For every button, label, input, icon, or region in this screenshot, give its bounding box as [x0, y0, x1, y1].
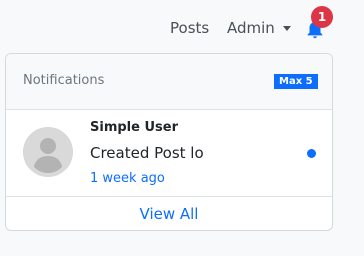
notification-message: Created Post lo — [90, 144, 204, 162]
notification-item[interactable]: Simple User Created Post lo 1 week ago — [6, 110, 332, 197]
nav-link-admin[interactable]: Admin — [227, 18, 275, 38]
view-all-link[interactable]: View All — [6, 197, 332, 230]
dropdown-title: Notifications — [23, 73, 105, 88]
user-placeholder-icon — [23, 127, 73, 177]
dropdown-header: Notifications Max 5 — [6, 54, 332, 110]
notification-user: Simple User — [90, 120, 178, 135]
avatar — [23, 127, 73, 177]
nav-link-posts[interactable]: Posts — [170, 18, 209, 38]
max-badge: Max 5 — [274, 74, 318, 89]
chevron-down-icon[interactable] — [283, 26, 291, 31]
notification-count-badge: 1 — [311, 6, 333, 28]
notification-time: 1 week ago — [90, 171, 165, 186]
notifications-dropdown: Notifications Max 5 Simple User Created … — [5, 53, 333, 231]
unread-indicator — [307, 149, 316, 158]
